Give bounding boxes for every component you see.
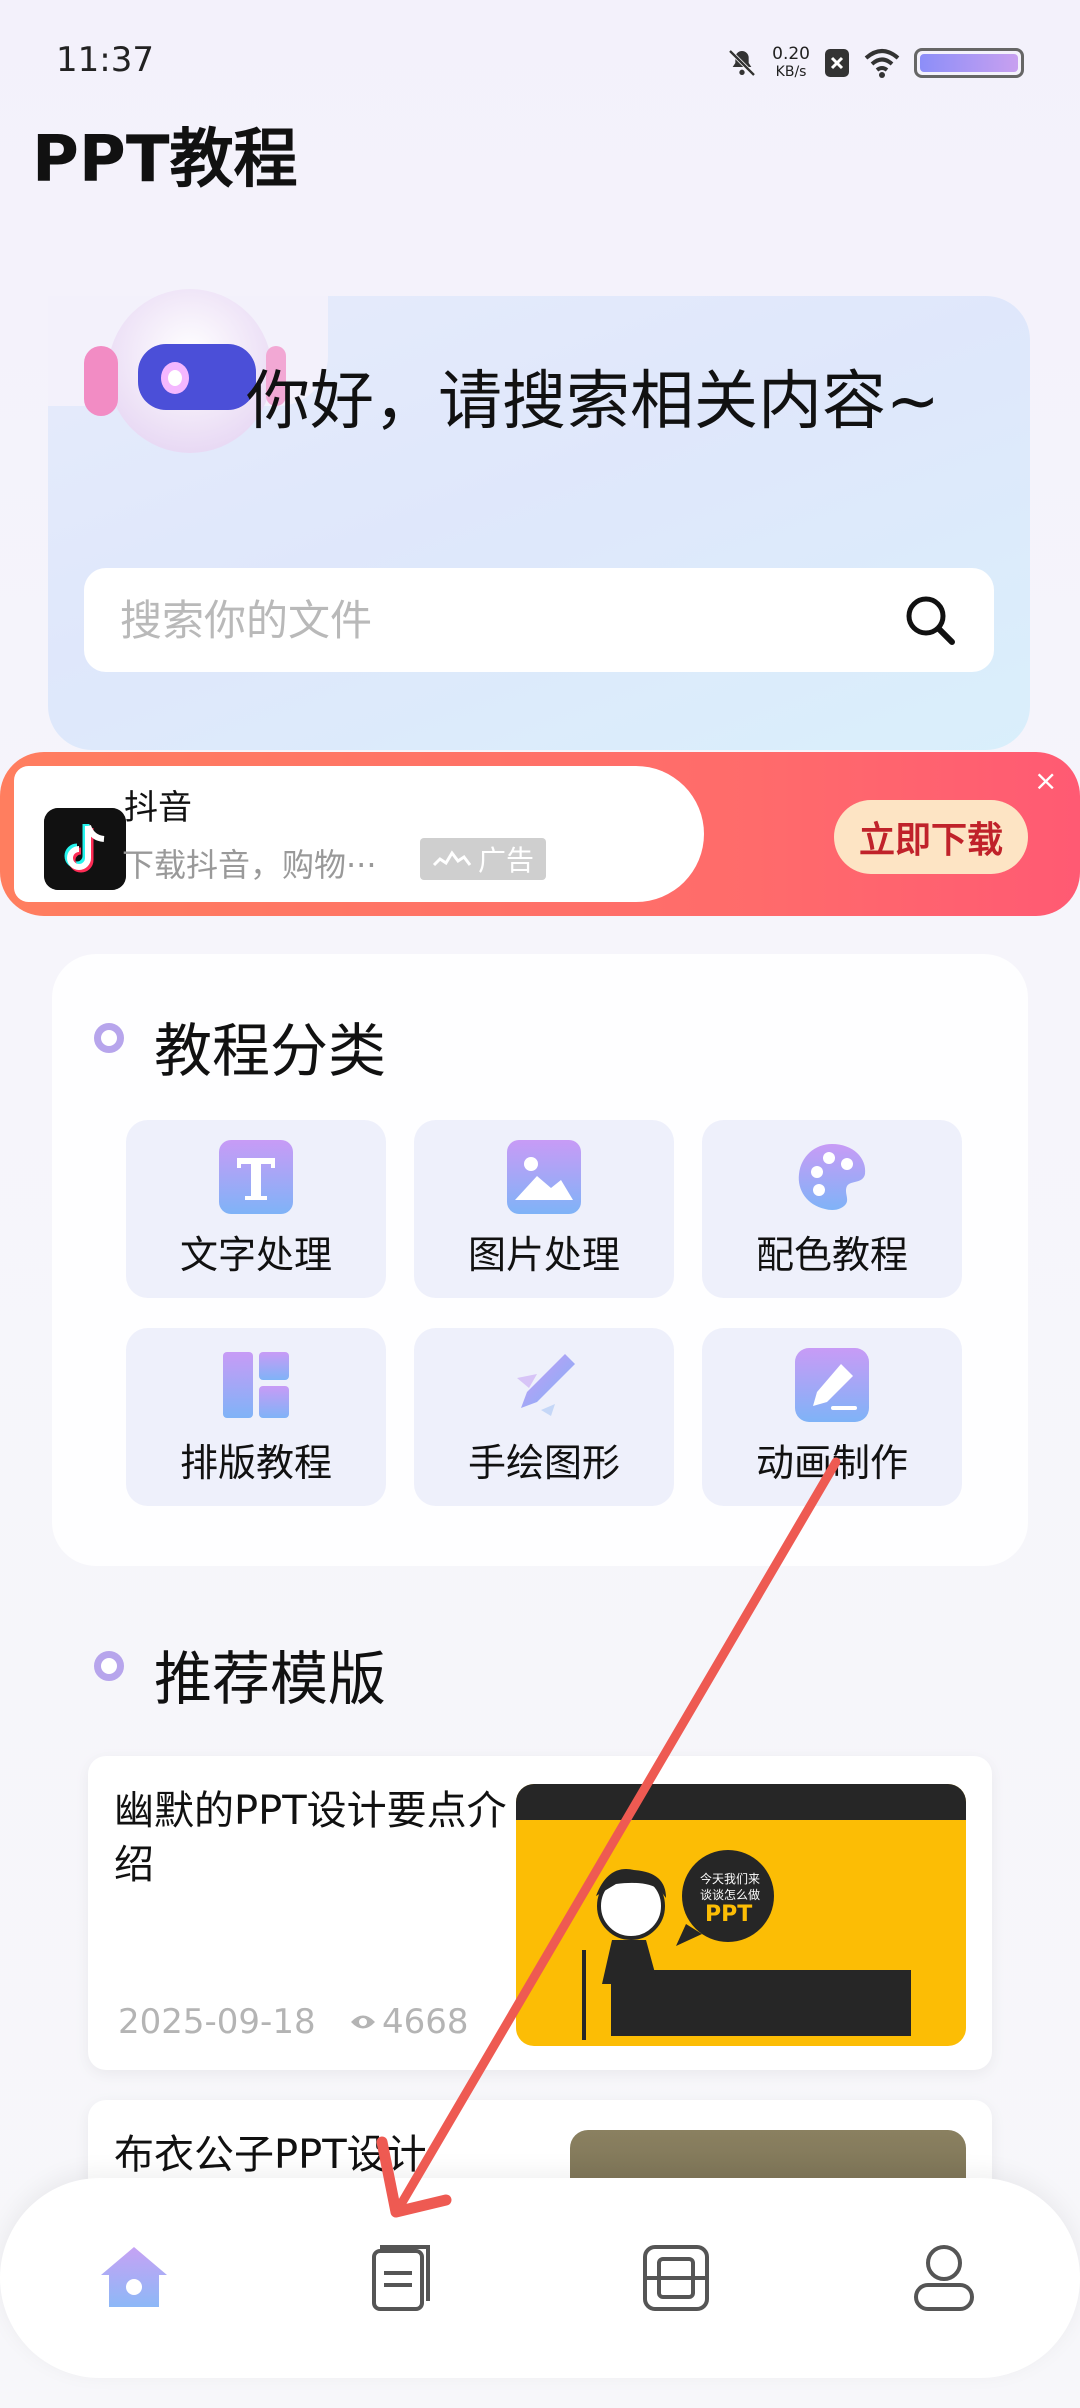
wifi-icon bbox=[864, 49, 900, 78]
nav-documents[interactable] bbox=[352, 2228, 452, 2328]
hero-greeting: 你好，请搜索相关内容~ bbox=[246, 365, 940, 439]
scan-icon bbox=[643, 2245, 709, 2311]
ad-download-button[interactable]: 立即下载 bbox=[834, 800, 1028, 874]
bottom-nav bbox=[0, 2178, 1080, 2378]
net-speed: 0.20 KB/s bbox=[772, 45, 810, 81]
template-view-count: 4668 bbox=[382, 2002, 469, 2042]
category-section-title: 教程分类 bbox=[154, 1017, 387, 1085]
category-text-processing[interactable]: 文字处理 bbox=[126, 1120, 386, 1298]
edit-icon bbox=[795, 1348, 869, 1422]
page-title: PPT教程 bbox=[32, 123, 298, 197]
user-icon bbox=[914, 2245, 974, 2311]
section-dot-icon bbox=[94, 1023, 124, 1053]
category-label: 排版教程 bbox=[179, 1441, 332, 1485]
category-label: 手绘图形 bbox=[467, 1441, 620, 1485]
battery-icon bbox=[914, 48, 1024, 78]
layout-icon bbox=[223, 1352, 289, 1418]
thumbnail-badge: PPT bbox=[705, 1902, 753, 1927]
net-speed-unit: KB/s bbox=[775, 64, 807, 80]
category-label: 动画制作 bbox=[755, 1441, 908, 1485]
template-thumbnail: 今天我们来 谈谈怎么做 PPT bbox=[516, 1784, 966, 2046]
template-date: 2025-09-18 bbox=[118, 2002, 316, 2042]
pen-icon bbox=[517, 1354, 575, 1416]
sim-off-icon bbox=[825, 49, 849, 77]
section-dot-icon bbox=[94, 1651, 124, 1681]
ad-tag-label: 广告 bbox=[478, 844, 535, 877]
document-icon bbox=[372, 2245, 430, 2311]
ad-tag: 广告 bbox=[420, 838, 547, 880]
category-animation[interactable]: 动画制作 bbox=[702, 1328, 962, 1506]
ad-close-icon[interactable]: × bbox=[1034, 764, 1057, 797]
nav-home[interactable] bbox=[84, 2228, 184, 2328]
text-icon bbox=[219, 1140, 293, 1214]
category-label: 配色教程 bbox=[755, 1233, 908, 1277]
net-speed-value: 0.20 bbox=[772, 44, 810, 64]
ad-description: 下载抖音，购物··· bbox=[122, 846, 377, 884]
mute-icon bbox=[728, 49, 756, 77]
home-icon bbox=[101, 2247, 167, 2307]
ad-app-name: 抖音 bbox=[124, 788, 192, 828]
search-box[interactable] bbox=[84, 568, 994, 672]
category-color-tutorial[interactable]: 配色教程 bbox=[702, 1120, 962, 1298]
recommended-section-title: 推荐模版 bbox=[154, 1645, 387, 1713]
template-views: 4668 bbox=[350, 2002, 469, 2042]
template-card[interactable]: 幽默的PPT设计要点介绍 2025-09-18 4668 今天我们来 谈谈怎么做… bbox=[88, 1756, 992, 2070]
nav-scan[interactable] bbox=[626, 2228, 726, 2328]
status-icons: 0.20 KB/s bbox=[726, 40, 1024, 86]
thumbnail-caption-1: 今天我们来 bbox=[700, 1872, 761, 1886]
category-label: 图片处理 bbox=[467, 1233, 620, 1277]
search-icon[interactable] bbox=[902, 592, 958, 648]
status-bar: 11:37 0.20 KB/s bbox=[0, 0, 1080, 120]
category-image-processing[interactable]: 图片处理 bbox=[414, 1120, 674, 1298]
eye-icon bbox=[351, 2015, 375, 2029]
nav-profile[interactable] bbox=[894, 2228, 994, 2328]
category-hand-drawn[interactable]: 手绘图形 bbox=[414, 1328, 674, 1506]
category-label: 文字处理 bbox=[179, 1233, 332, 1277]
douyin-logo-icon bbox=[44, 808, 126, 890]
template-title: 幽默的PPT设计要点介绍 bbox=[114, 1788, 507, 1888]
category-layout-tutorial[interactable]: 排版教程 bbox=[126, 1328, 386, 1506]
image-icon bbox=[507, 1140, 581, 1214]
search-input[interactable] bbox=[120, 595, 902, 645]
status-time: 11:37 bbox=[56, 40, 154, 80]
thumbnail-caption-2: 谈谈怎么做 bbox=[700, 1888, 761, 1902]
template-title: 布衣公子PPT设计 bbox=[114, 2132, 427, 2178]
ad-source-icon bbox=[432, 850, 472, 867]
palette-icon bbox=[798, 1144, 866, 1210]
